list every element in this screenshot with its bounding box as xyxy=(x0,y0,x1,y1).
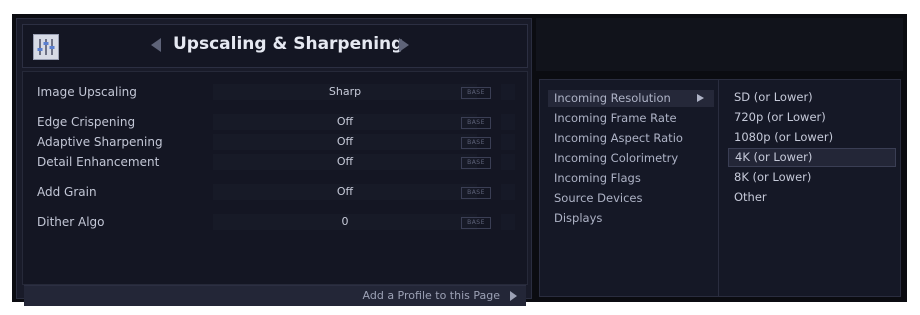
submenu-arrow-icon xyxy=(697,94,704,102)
menu-item-label: Incoming Resolution xyxy=(554,91,671,105)
column-divider xyxy=(718,80,719,296)
setting-label: Dither Algo xyxy=(37,215,105,229)
row-end-cell xyxy=(501,154,515,170)
submenu-item-1080p[interactable]: 1080p (or Lower) xyxy=(728,128,894,147)
menu-item-incoming-frame-rate[interactable]: Incoming Frame Rate xyxy=(548,110,714,127)
menu-item-displays[interactable]: Displays xyxy=(548,210,714,227)
base-badge: BASE xyxy=(461,187,491,199)
base-badge: BASE xyxy=(461,137,491,149)
next-page-icon[interactable] xyxy=(399,38,409,52)
base-badge: BASE xyxy=(461,87,491,99)
setting-label: Detail Enhancement xyxy=(37,155,160,169)
setting-label: Edge Crispening xyxy=(37,115,136,129)
profile-menu: Incoming Resolution Incoming Frame Rate … xyxy=(539,79,901,297)
setting-value[interactable]: Off xyxy=(213,114,477,130)
submenu-item-sd[interactable]: SD (or Lower) xyxy=(728,88,894,107)
settings-panel: Upscaling & Sharpening Image Upscaling S… xyxy=(16,18,532,306)
base-badge: BASE xyxy=(461,157,491,169)
setting-value[interactable]: Sharp xyxy=(213,84,477,100)
setting-value[interactable]: Off xyxy=(213,134,477,150)
menu-item-incoming-resolution[interactable]: Incoming Resolution xyxy=(548,90,714,107)
base-badge: BASE xyxy=(461,117,491,129)
setting-label: Adaptive Sharpening xyxy=(37,135,163,149)
add-profile-button[interactable]: Add a Profile to this Page xyxy=(24,285,526,306)
setting-value[interactable]: Off xyxy=(213,154,477,170)
row-end-cell xyxy=(501,134,515,150)
row-end-cell xyxy=(501,84,515,100)
menu-item-incoming-colorimetry[interactable]: Incoming Colorimetry xyxy=(548,150,714,167)
submenu-item-720p[interactable]: 720p (or Lower) xyxy=(728,108,894,127)
submenu-item-other[interactable]: Other xyxy=(728,188,894,207)
menu-item-incoming-flags[interactable]: Incoming Flags xyxy=(548,170,714,187)
setting-value[interactable]: 0 xyxy=(213,214,477,230)
page-header: Upscaling & Sharpening xyxy=(22,24,528,68)
submenu-item-4k[interactable]: 4K (or Lower) xyxy=(728,148,896,167)
empty-header-area xyxy=(536,18,903,71)
row-end-cell xyxy=(501,184,515,200)
row-end-cell xyxy=(501,114,515,130)
triangle-right-icon xyxy=(510,291,517,301)
submenu-item-8k[interactable]: 8K (or Lower) xyxy=(728,168,894,187)
sliders-icon[interactable] xyxy=(33,34,59,60)
row-end-cell xyxy=(501,214,515,230)
setting-label: Add Grain xyxy=(37,185,97,199)
settings-list: Image Upscaling Sharp BASE Edge Crispeni… xyxy=(22,71,528,285)
setting-label: Image Upscaling xyxy=(37,85,137,99)
page-title: Upscaling & Sharpening xyxy=(173,34,404,54)
base-badge: BASE xyxy=(461,217,491,229)
menu-item-source-devices[interactable]: Source Devices xyxy=(548,190,714,207)
add-profile-label: Add a Profile to this Page xyxy=(362,289,500,302)
setting-value[interactable]: Off xyxy=(213,184,477,200)
previous-page-icon[interactable] xyxy=(151,38,161,52)
menu-item-incoming-aspect-ratio[interactable]: Incoming Aspect Ratio xyxy=(548,130,714,147)
